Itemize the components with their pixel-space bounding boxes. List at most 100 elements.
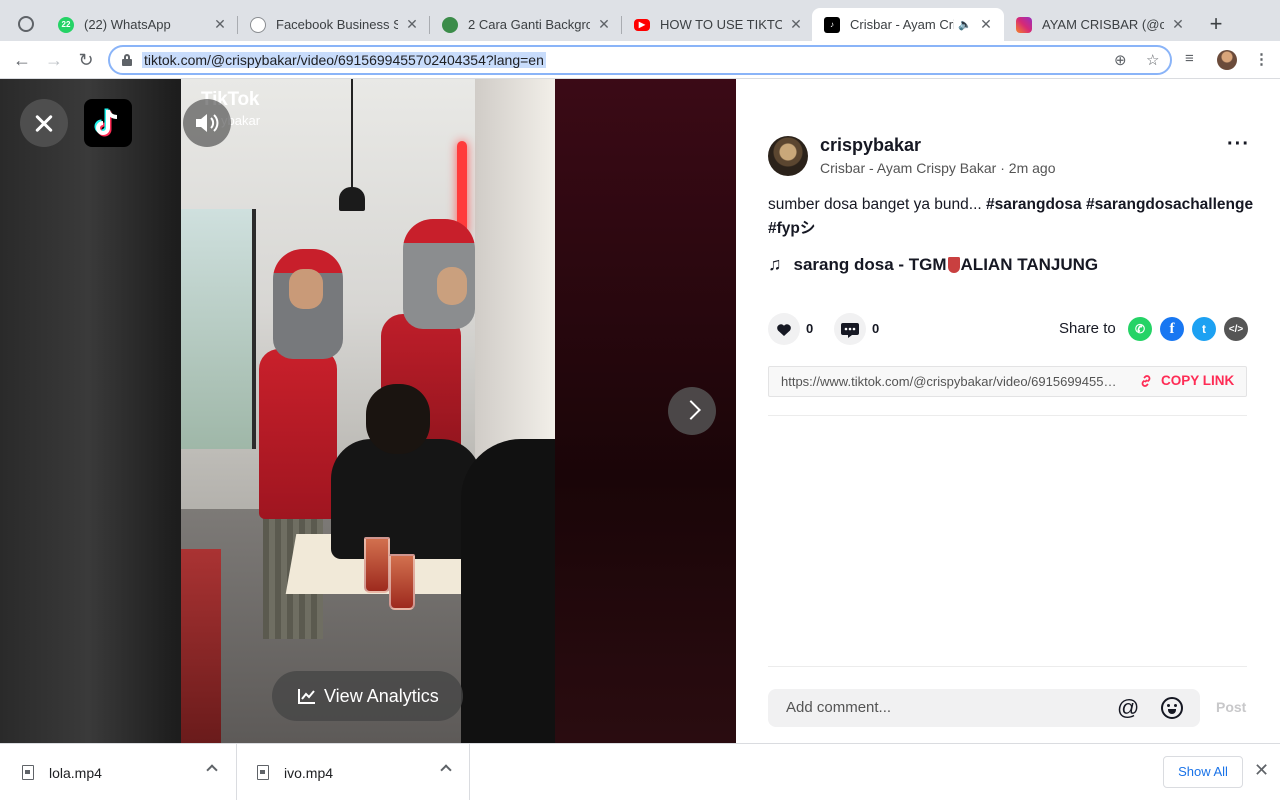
like-count: 0 (806, 321, 814, 336)
tab-title: 2 Cara Ganti Backgrou (468, 17, 590, 32)
instagram-icon (1016, 16, 1032, 33)
hashtag-link[interactable]: #sarangdosachallenge (1086, 196, 1253, 213)
post-comment-button[interactable]: Post (1216, 699, 1246, 715)
divider (768, 415, 1247, 416)
copy-link-button[interactable]: COPY LINK (1139, 373, 1234, 388)
hashtag-link[interactable]: #sarangdosa (986, 196, 1082, 213)
file-icon (257, 765, 269, 780)
facebook-business-icon (250, 16, 266, 33)
add-icon[interactable]: ⊕ (1114, 51, 1127, 69)
reload-button[interactable]: ↻ (74, 48, 98, 72)
share-link-box: https://www.tiktok.com/@crispybakar/vide… (768, 366, 1247, 397)
next-video-button[interactable] (668, 387, 716, 435)
back-button[interactable]: ← (10, 48, 34, 72)
video-description: sumber dosa banget ya bund... #sarangdos… (768, 193, 1254, 241)
tab-cara-ganti[interactable]: 2 Cara Ganti Backgrou ✕ (430, 8, 622, 41)
close-tab-icon[interactable]: ✕ (978, 16, 994, 33)
download-item[interactable]: lola.mp4 (0, 744, 237, 800)
mention-icon[interactable]: @ (1117, 695, 1139, 721)
comment-count: 0 (872, 321, 880, 336)
chevron-up-icon[interactable] (440, 764, 452, 776)
video-player[interactable]: TikTok ybakar (181, 79, 555, 743)
close-video-button[interactable] (20, 99, 68, 147)
tab-title: Facebook Business Su (276, 17, 398, 32)
close-tab-icon[interactable]: ✕ (404, 16, 420, 33)
author-avatar[interactable] (768, 136, 808, 176)
globe-icon[interactable] (18, 16, 34, 32)
video-stage: TikTok ybakar View Analytics (0, 79, 736, 743)
browser-tab-strip: 22 (22) WhatsApp ✕ Facebook Business Su … (0, 0, 1280, 41)
view-analytics-button[interactable]: View Analytics (272, 671, 463, 721)
close-tab-icon[interactable]: ✕ (1170, 16, 1186, 33)
tab-title: HOW TO USE TIKTOK (660, 17, 782, 32)
tab-instagram[interactable]: AYAM CRISBAR (@cris ✕ (1004, 8, 1196, 41)
speaker-icon[interactable]: 🔈 (958, 18, 972, 31)
share-to-label: Share to (1059, 320, 1116, 337)
chevron-up-icon[interactable] (206, 764, 218, 776)
close-tab-icon[interactable]: ✕ (212, 16, 228, 33)
link-icon (1141, 374, 1151, 387)
show-all-button[interactable]: Show All (1163, 756, 1243, 788)
facebook-icon[interactable]: f (1160, 317, 1184, 341)
music-link[interactable]: ♫ sarang dosa - TGM ALIAN TANJUNG (768, 254, 1098, 275)
divider (768, 666, 1247, 667)
embed-icon[interactable]: </> (1224, 317, 1248, 341)
whatsapp-icon[interactable]: ✆ (1128, 317, 1152, 341)
heart-icon (777, 324, 791, 336)
media-control-icon[interactable]: ≡ (1185, 50, 1194, 67)
tab-title: Crisbar - Ayam Cri (850, 17, 955, 32)
twitter-icon[interactable]: t (1192, 317, 1216, 341)
post-time: 2m ago (1008, 160, 1056, 176)
tab-title: (22) WhatsApp (84, 17, 171, 32)
tab-whatsapp[interactable]: 22 (22) WhatsApp ✕ (46, 8, 238, 41)
download-item[interactable]: ivo.mp4 (237, 744, 470, 800)
tab-title: AYAM CRISBAR (@cris (1042, 17, 1164, 32)
new-tab-button[interactable]: + (1203, 13, 1229, 37)
menu-dots-icon[interactable]: ⋮ (1254, 50, 1269, 68)
close-tab-icon[interactable]: ✕ (788, 16, 804, 33)
author-nickname[interactable]: Crisbar - Ayam Crispy Bakar (820, 160, 996, 176)
comment-placeholder: Add comment... (786, 699, 892, 716)
tab-facebook-business[interactable]: Facebook Business Su ✕ (238, 8, 430, 41)
description-text: sumber dosa banget ya bund... (768, 196, 987, 213)
copy-link-label: COPY LINK (1161, 373, 1235, 388)
tiktok-icon: ♪ (824, 16, 840, 33)
author-username[interactable]: crispybakar (820, 135, 921, 156)
music-title-prefix: sarang dosa - TGM (793, 254, 947, 274)
share-link-text[interactable]: https://www.tiktok.com/@crispybakar/vide… (781, 374, 1121, 389)
tab-youtube[interactable]: ▶ HOW TO USE TIKTOK ✕ (622, 8, 814, 41)
download-filename: lola.mp4 (49, 764, 102, 781)
close-downloads-icon[interactable]: ✕ (1254, 760, 1269, 781)
browser-toolbar: ← → ↻ tiktok.com/@crispybakar/video/6915… (0, 41, 1280, 79)
like-button[interactable] (768, 313, 800, 345)
forward-button[interactable]: → (42, 48, 66, 72)
tiktok-logo-icon[interactable] (84, 99, 132, 147)
bookmark-star-icon[interactable]: ☆ (1146, 51, 1159, 69)
close-tab-icon[interactable]: ✕ (596, 16, 612, 33)
file-icon (22, 765, 34, 780)
sound-toggle-button[interactable] (183, 99, 231, 147)
emoji-icon[interactable] (1161, 697, 1183, 719)
url-text[interactable]: tiktok.com/@crispybakar/video/6915699455… (142, 52, 546, 68)
hashtag-link[interactable]: #fypシ (768, 220, 815, 237)
tab-tiktok-active[interactable]: ♪ Crisbar - Ayam Cri 🔈 ✕ (812, 8, 1004, 41)
download-filename: ivo.mp4 (284, 764, 334, 781)
author-nickname-time: Crisbar - Ayam Crispy Bakar · 2m ago (820, 160, 1056, 176)
video-detail-panel: crispybakar Crisbar - Ayam Crispy Bakar … (736, 79, 1280, 743)
green-site-icon (442, 16, 458, 33)
music-note-icon: ♫ (768, 254, 782, 274)
more-options-icon[interactable]: ··· (1227, 133, 1250, 156)
downloads-bar: lola.mp4 ivo.mp4 Show All ✕ (0, 743, 1280, 800)
music-title-suffix: ALIAN TANJUNG (960, 254, 1099, 274)
youtube-icon: ▶ (634, 18, 650, 31)
whatsapp-icon: 22 (58, 16, 74, 33)
profile-avatar[interactable] (1217, 50, 1237, 70)
lock-icon[interactable] (122, 54, 132, 66)
comment-button[interactable] (834, 313, 866, 345)
comment-input[interactable]: Add comment... @ (768, 689, 1200, 727)
volume-icon (196, 114, 219, 132)
address-bar[interactable]: tiktok.com/@crispybakar/video/6915699455… (108, 45, 1172, 75)
chart-icon (298, 689, 315, 704)
comment-icon (841, 323, 859, 338)
view-analytics-label: View Analytics (324, 685, 439, 706)
